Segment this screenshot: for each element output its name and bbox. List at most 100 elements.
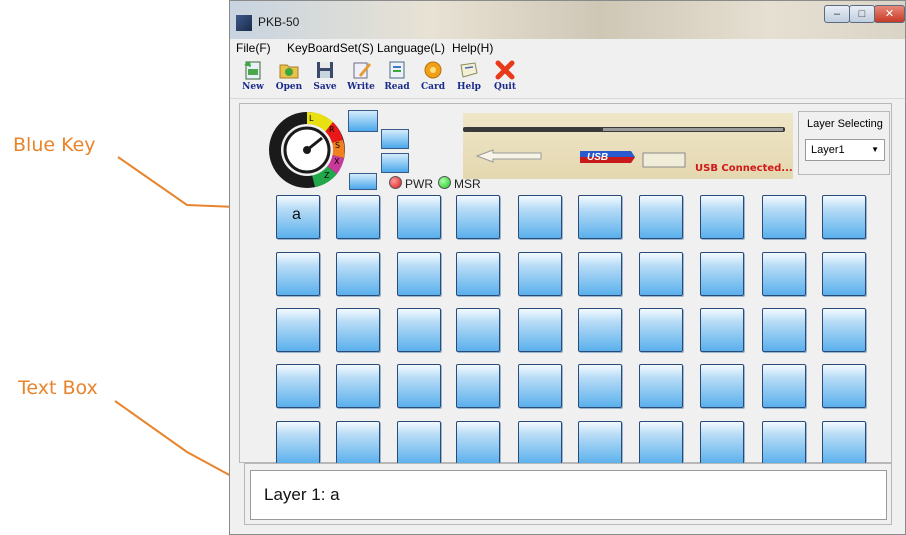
close-button[interactable]: ✕ bbox=[874, 5, 905, 23]
app-icon bbox=[236, 15, 252, 31]
menu-help[interactable]: Help(H) bbox=[452, 41, 493, 55]
annotation-blue-key: Blue Key bbox=[13, 134, 96, 156]
blue-key-4-10[interactable] bbox=[822, 364, 866, 408]
dial-letter-x: X bbox=[334, 157, 340, 166]
blue-key-2-7[interactable] bbox=[639, 252, 683, 296]
small-key-2[interactable] bbox=[381, 129, 409, 149]
blue-key-2-8[interactable] bbox=[700, 252, 744, 296]
blue-key-4-2[interactable] bbox=[336, 364, 380, 408]
card-icon bbox=[424, 61, 442, 79]
layer-select-value: Layer1 bbox=[811, 144, 845, 156]
blue-key-5-2[interactable] bbox=[336, 421, 380, 465]
app-window: PKB-50 – □ ✕ File(F) KeyBoardSet(S) Lang… bbox=[229, 0, 906, 535]
blue-key-5-9[interactable] bbox=[762, 421, 806, 465]
blue-key-3-7[interactable] bbox=[639, 308, 683, 352]
blue-key-2-10[interactable] bbox=[822, 252, 866, 296]
device-illustration: USB USB Connected... bbox=[463, 113, 793, 179]
pwr-label: PWR bbox=[405, 177, 433, 191]
blue-key-3-3[interactable] bbox=[397, 308, 441, 352]
blue-key-1-6[interactable] bbox=[578, 195, 622, 239]
usb-badge: USB bbox=[587, 152, 609, 163]
keyboard-panel: L R S X Z PWR MSR USB USB Connected... L… bbox=[239, 103, 892, 465]
new-icon bbox=[244, 61, 261, 80]
open-button[interactable]: Open bbox=[270, 59, 308, 92]
title-bar: PKB-50 – □ ✕ bbox=[230, 1, 905, 39]
blue-key-4-3[interactable] bbox=[397, 364, 441, 408]
blue-key-5-7[interactable] bbox=[639, 421, 683, 465]
blue-key-3-5[interactable] bbox=[518, 308, 562, 352]
blue-key-3-9[interactable] bbox=[762, 308, 806, 352]
blue-key-5-8[interactable] bbox=[700, 421, 744, 465]
blue-key-5-6[interactable] bbox=[578, 421, 622, 465]
blue-key-1-4[interactable] bbox=[456, 195, 500, 239]
blue-key-1-3[interactable] bbox=[397, 195, 441, 239]
text-box[interactable]: Layer 1: a bbox=[250, 470, 887, 520]
blue-key-2-5[interactable] bbox=[518, 252, 562, 296]
layer-select[interactable]: Layer1 ▼ bbox=[805, 139, 885, 161]
help-button[interactable]: Help bbox=[450, 59, 488, 92]
blue-key-3-2[interactable] bbox=[336, 308, 380, 352]
read-label: Read bbox=[384, 82, 410, 92]
blue-key-2-9[interactable] bbox=[762, 252, 806, 296]
blue-key-4-5[interactable] bbox=[518, 364, 562, 408]
menu-keyboardset[interactable]: KeyBoardSet(S) bbox=[287, 41, 374, 55]
toolbar: New Open Save Write Read Card Help Quit bbox=[230, 57, 905, 99]
small-key-1[interactable] bbox=[348, 110, 378, 132]
menu-bar: File(F) KeyBoardSet(S) Language(L) Help(… bbox=[230, 39, 905, 57]
blue-key-2-1[interactable] bbox=[276, 252, 320, 296]
blue-key-3-8[interactable] bbox=[700, 308, 744, 352]
blue-key-3-6[interactable] bbox=[578, 308, 622, 352]
blue-key-4-6[interactable] bbox=[578, 364, 622, 408]
mode-dial-icon: L R S X Z bbox=[269, 111, 345, 188]
blue-key-1-9[interactable] bbox=[762, 195, 806, 239]
blue-key-4-7[interactable] bbox=[639, 364, 683, 408]
window-title: PKB-50 bbox=[258, 15, 300, 29]
blue-key-2-3[interactable] bbox=[397, 252, 441, 296]
write-button[interactable]: Write bbox=[342, 59, 380, 92]
blue-key-4-1[interactable] bbox=[276, 364, 320, 408]
text-box-group: Layer 1: a bbox=[244, 463, 892, 525]
annotation-text-box: Text Box bbox=[18, 377, 98, 399]
new-button[interactable]: New bbox=[234, 59, 272, 92]
blue-key-5-10[interactable] bbox=[822, 421, 866, 465]
blue-key-1-5[interactable] bbox=[518, 195, 562, 239]
usb-status: USB Connected... bbox=[695, 163, 793, 174]
blue-key-4-4[interactable] bbox=[456, 364, 500, 408]
blue-key-2-6[interactable] bbox=[578, 252, 622, 296]
quit-button[interactable]: Quit bbox=[486, 59, 524, 92]
blue-key-1-10[interactable] bbox=[822, 195, 866, 239]
card-button[interactable]: Card bbox=[414, 59, 452, 92]
blue-key-5-4[interactable] bbox=[456, 421, 500, 465]
quit-label: Quit bbox=[494, 82, 516, 92]
blue-key-1-2[interactable] bbox=[336, 195, 380, 239]
minimize-button[interactable]: – bbox=[824, 5, 850, 23]
blue-key-1-1[interactable]: a bbox=[276, 195, 320, 239]
blue-key-5-5[interactable] bbox=[518, 421, 562, 465]
menu-file[interactable]: File(F) bbox=[236, 41, 271, 55]
write-icon bbox=[353, 62, 371, 79]
blue-key-1-8[interactable] bbox=[700, 195, 744, 239]
save-button[interactable]: Save bbox=[306, 59, 344, 92]
small-key-4[interactable] bbox=[349, 173, 377, 190]
read-button[interactable]: Read bbox=[378, 59, 416, 92]
dial-letter-z: Z bbox=[324, 171, 330, 180]
blue-key-4-9[interactable] bbox=[762, 364, 806, 408]
write-label: Write bbox=[347, 82, 375, 92]
blue-key-3-4[interactable] bbox=[456, 308, 500, 352]
maximize-button[interactable]: □ bbox=[849, 5, 875, 23]
blue-key-4-8[interactable] bbox=[700, 364, 744, 408]
small-key-3[interactable] bbox=[381, 153, 409, 173]
blue-key-5-1[interactable] bbox=[276, 421, 320, 465]
blue-key-5-3[interactable] bbox=[397, 421, 441, 465]
help-label: Help bbox=[457, 82, 481, 92]
layer-selecting-group: Layer Selecting Layer1 ▼ bbox=[798, 111, 890, 175]
save-label: Save bbox=[313, 82, 337, 92]
dial-letter-r: R bbox=[329, 125, 335, 134]
blue-key-3-1[interactable] bbox=[276, 308, 320, 352]
chevron-down-icon: ▼ bbox=[871, 145, 879, 154]
blue-key-1-7[interactable] bbox=[639, 195, 683, 239]
blue-key-3-10[interactable] bbox=[822, 308, 866, 352]
blue-key-2-4[interactable] bbox=[456, 252, 500, 296]
menu-language[interactable]: Language(L) bbox=[377, 41, 445, 55]
blue-key-2-2[interactable] bbox=[336, 252, 380, 296]
